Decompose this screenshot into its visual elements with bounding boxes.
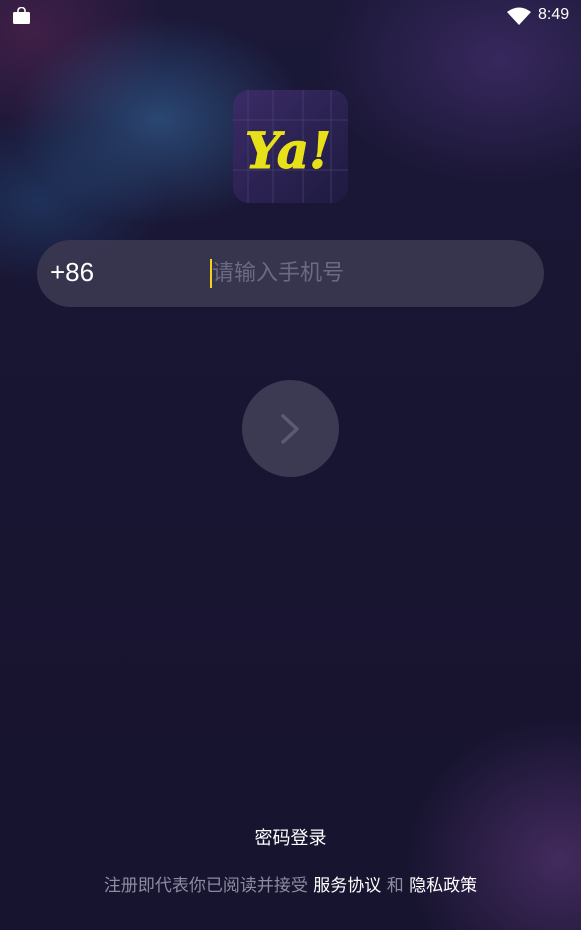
phone-number-input[interactable]	[212, 254, 512, 292]
password-login-link[interactable]: 密码登录	[0, 824, 581, 850]
agreement-text: 注册即代表你已阅读并接受 服务协议 和 隐私政策	[0, 871, 581, 896]
shopping-bag-icon	[13, 7, 30, 24]
status-bar: 8:49	[0, 0, 581, 32]
logo-text: Ya!	[245, 121, 331, 180]
wifi-icon	[507, 7, 531, 25]
login-screen: 8:49 Ya! +86 密码登录	[0, 0, 581, 930]
chevron-right-icon	[281, 414, 299, 444]
privacy-policy-link[interactable]: 隐私政策	[409, 876, 477, 896]
terms-of-service-link[interactable]: 服务协议	[313, 876, 381, 896]
agreement-conjunction: 和	[386, 876, 404, 896]
country-code-selector[interactable]: +86	[50, 257, 94, 288]
app-logo-image: Ya!	[233, 90, 348, 203]
phone-field[interactable]: +86	[37, 240, 544, 307]
app-logo: Ya!	[233, 90, 348, 203]
status-time: 8:49	[538, 6, 570, 23]
next-button[interactable]	[242, 380, 339, 477]
agreement-prefix: 注册即代表你已阅读并接受	[103, 876, 308, 896]
